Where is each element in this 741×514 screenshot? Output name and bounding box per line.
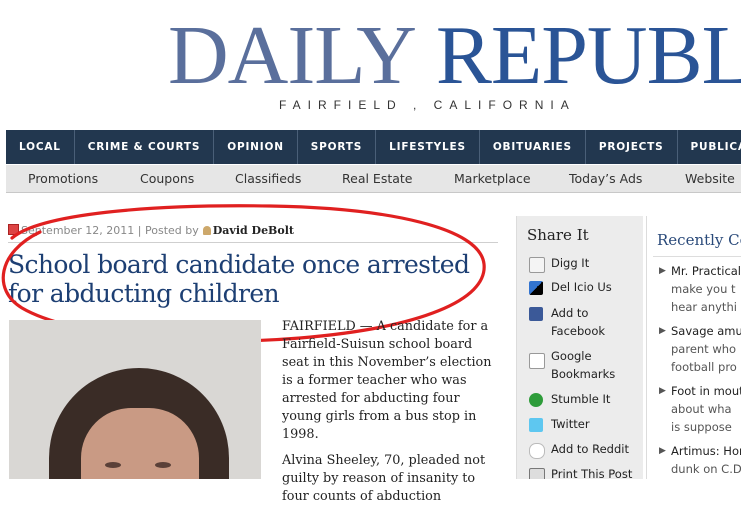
subnav-item-coupons[interactable]: Coupons xyxy=(140,165,194,192)
recent-comment-author: Mr. Practical: xyxy=(671,264,741,278)
posted-by-label: | Posted by xyxy=(137,224,199,237)
share-box: Share It Digg It Del Icio Us Add to Face… xyxy=(516,216,643,479)
share-digg-link[interactable]: Digg It xyxy=(529,254,641,273)
photo-eye-left xyxy=(105,462,121,468)
recent-comment-author: Artimus: Hon xyxy=(671,444,741,458)
share-print-label: Print This Post xyxy=(551,467,633,479)
article-author[interactable]: David DeBolt xyxy=(213,224,294,237)
article-paragraph: Alvina Sheeley, 70, pleaded not guilty b… xyxy=(282,453,486,504)
share-stumbleupon-link[interactable]: Stumble It xyxy=(529,390,641,408)
triangle-right-icon: ▶ xyxy=(659,266,666,276)
nav-item-opinion[interactable]: OPINION xyxy=(214,130,298,164)
recent-comment-item[interactable]: ▶ Mr. Practical: make you t hear anythi xyxy=(659,262,741,316)
recent-comment-snippet: parent who xyxy=(671,342,737,356)
article-photo[interactable] xyxy=(9,320,261,479)
share-digg-label: Digg It xyxy=(551,256,590,270)
recent-comments-title: Recently Co xyxy=(657,231,741,249)
subnav-item-real-estate[interactable]: Real Estate xyxy=(342,165,412,192)
share-google-label: Google Bookmarks xyxy=(551,349,616,381)
article-headline[interactable]: School board candidate once arrested for… xyxy=(8,250,498,308)
main-nav: LOCAL CRIME & COURTS OPINION SPORTS LIFESTYL… xyxy=(6,130,741,164)
share-title: Share It xyxy=(527,226,589,244)
nav-item-projects[interactable]: PROJECTS xyxy=(586,130,678,164)
recent-comment-snippet: dunk on C.D xyxy=(671,462,741,476)
subnav-item-todays-ads[interactable]: Today’s Ads xyxy=(569,165,642,192)
share-twitter-label: Twitter xyxy=(551,417,590,431)
nav-item-crime-courts[interactable]: CRIME & COURTS xyxy=(75,130,215,164)
share-stumbleupon-label: Stumble It xyxy=(551,392,611,406)
user-icon xyxy=(202,226,211,235)
photo-eye-right xyxy=(155,462,171,468)
subnav-item-marketplace[interactable]: Marketplace xyxy=(454,165,531,192)
print-icon xyxy=(529,468,545,479)
digg-icon xyxy=(529,257,545,273)
recent-comment-snippet: football pro xyxy=(671,360,737,374)
share-delicious-link[interactable]: Del Icio Us xyxy=(529,278,641,296)
share-facebook-link[interactable]: Add to Facebook xyxy=(529,304,641,340)
recent-comment-snippet: about wha xyxy=(671,402,732,416)
subnav-item-classifieds[interactable]: Classifieds xyxy=(235,165,301,192)
masthead: DAILYREPUBLIC FAIRFIELD , CALIFORNIA xyxy=(0,0,741,128)
share-twitter-link[interactable]: Twitter xyxy=(529,415,641,433)
subnav-item-website[interactable]: Website xyxy=(685,165,735,192)
share-facebook-label: Add to Facebook xyxy=(551,306,606,338)
nav-item-lifestyles[interactable]: LIFESTYLES xyxy=(376,130,480,164)
calendar-icon xyxy=(8,224,19,235)
sub-nav: Promotions Coupons Classifieds Real Esta… xyxy=(6,165,741,193)
article-byline: September 12, 2011 | Posted by David DeBo… xyxy=(8,224,498,243)
logo-word-republic: REPUBLIC xyxy=(435,9,741,102)
recent-comment-snippet: is suppose xyxy=(671,420,732,434)
article-paragraph: FAIRFIELD — A candidate for a Fairfield-… xyxy=(282,319,492,442)
recent-comment-item[interactable]: ▶ Savage amus parent who football pro xyxy=(659,322,741,376)
recent-comment-snippet: hear anythi xyxy=(671,300,737,314)
stumbleupon-icon xyxy=(529,393,543,407)
triangle-right-icon: ▶ xyxy=(659,386,666,396)
share-google-link[interactable]: Google Bookmarks xyxy=(529,347,641,383)
triangle-right-icon: ▶ xyxy=(659,326,666,336)
share-reddit-label: Add to Reddit xyxy=(551,442,629,456)
article-body: FAIRFIELD — A candidate for a Fairfield-… xyxy=(282,318,496,514)
twitter-icon xyxy=(529,418,543,432)
recent-comment-snippet: make you t xyxy=(671,282,736,296)
logo-word-daily: DAILY xyxy=(168,9,417,102)
recent-comment-author: Savage amus xyxy=(671,324,741,338)
google-icon xyxy=(529,353,545,369)
delicious-icon xyxy=(529,281,543,295)
recent-comments-box: Recently Co ▶ Mr. Practical: make you t … xyxy=(646,216,741,479)
nav-item-publications[interactable]: PUBLICATIONS xyxy=(678,130,741,164)
recent-comment-author: Foot in mouth xyxy=(671,384,741,398)
share-reddit-link[interactable]: Add to Reddit xyxy=(529,440,641,459)
facebook-icon xyxy=(529,307,543,321)
article-date: September 12, 2011 xyxy=(21,224,135,237)
triangle-right-icon: ▶ xyxy=(659,446,666,456)
nav-item-obituaries[interactable]: OBITUARIES xyxy=(480,130,586,164)
site-tagline: FAIRFIELD , CALIFORNIA xyxy=(279,98,576,112)
reddit-icon xyxy=(529,443,545,459)
nav-item-sports[interactable]: SPORTS xyxy=(298,130,377,164)
share-print-link[interactable]: Print This Post xyxy=(529,465,641,479)
recent-title-divider xyxy=(653,256,741,257)
nav-item-local[interactable]: LOCAL xyxy=(6,130,75,164)
recent-comment-item[interactable]: ▶ Artimus: Hon dunk on C.D xyxy=(659,442,741,478)
share-delicious-label: Del Icio Us xyxy=(551,280,612,294)
subnav-item-promotions[interactable]: Promotions xyxy=(28,165,98,192)
site-logo[interactable]: DAILYREPUBLIC xyxy=(168,14,741,98)
recent-comment-item[interactable]: ▶ Foot in mouth about wha is suppose xyxy=(659,382,741,436)
